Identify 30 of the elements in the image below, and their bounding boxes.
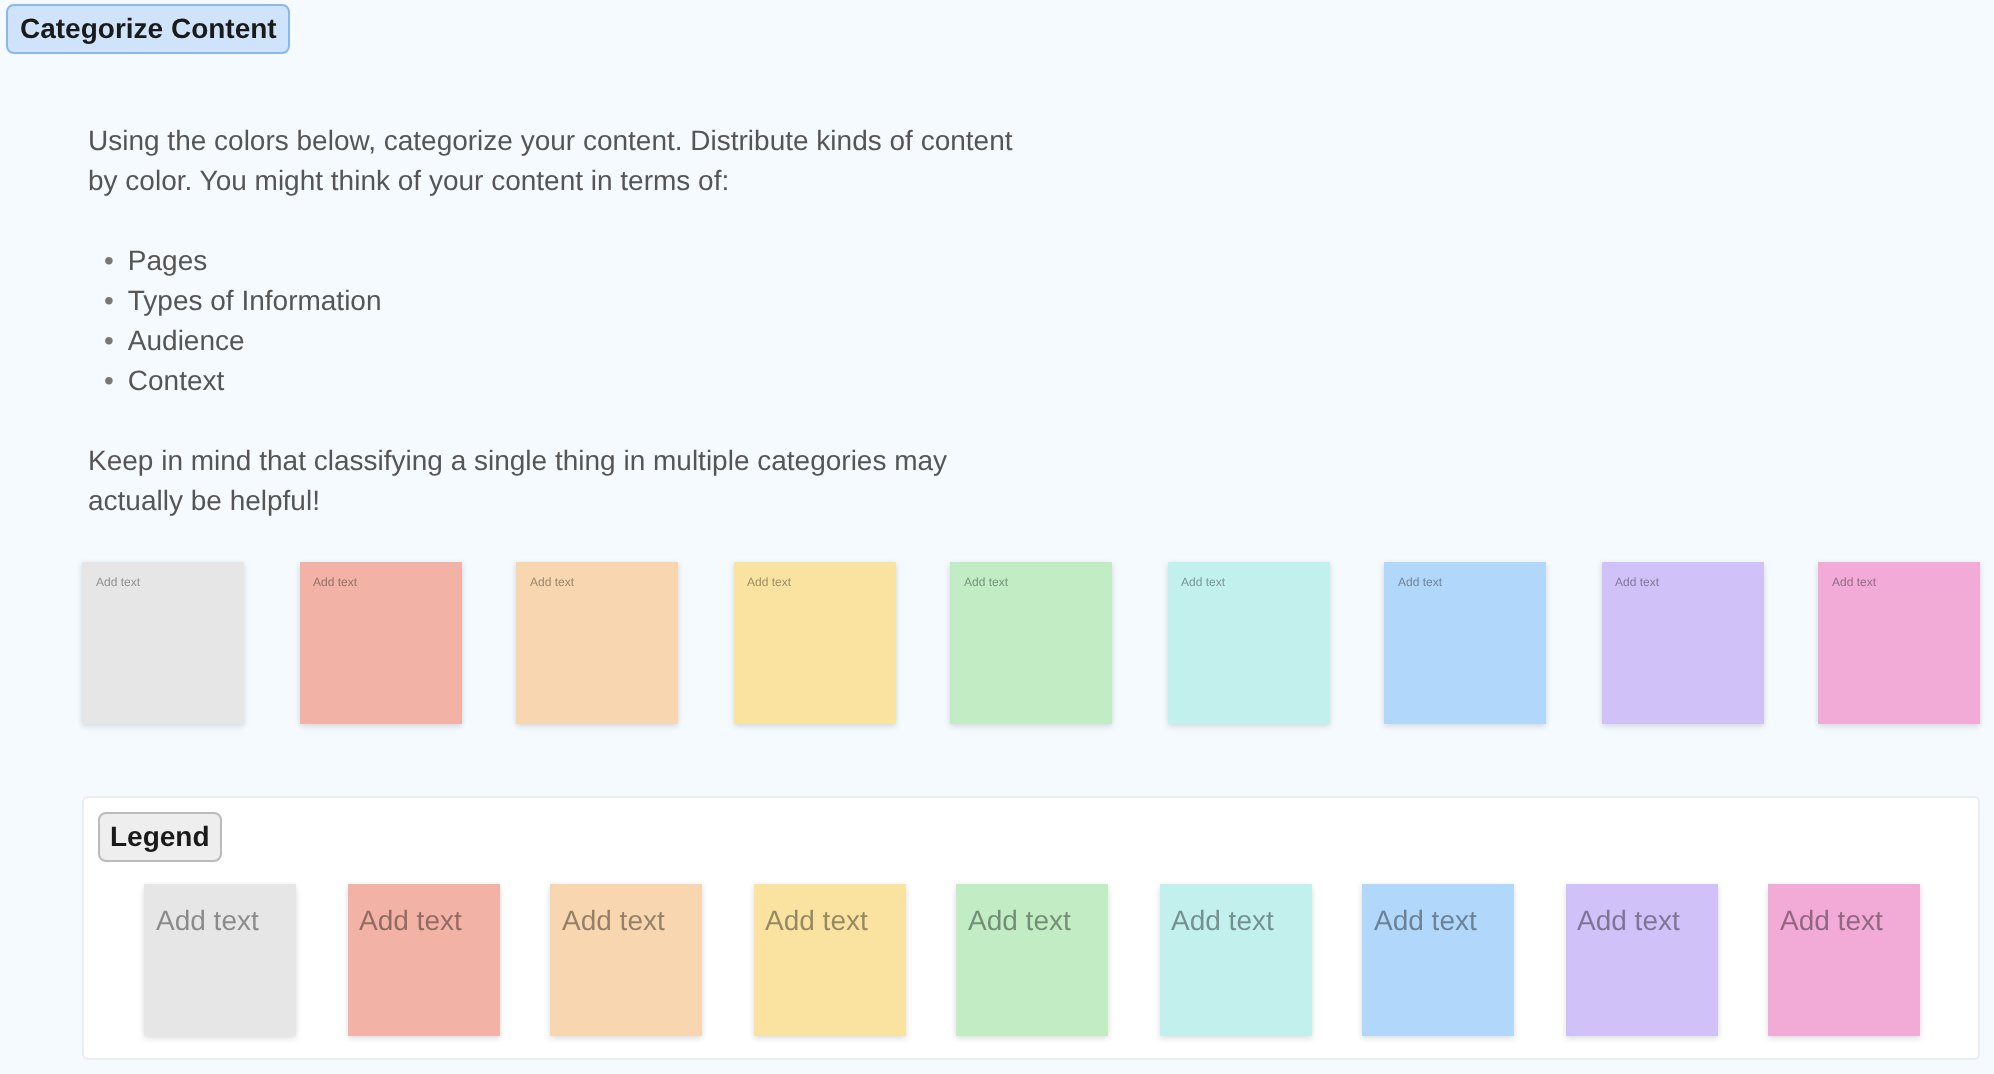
bullet: • (104, 322, 114, 360)
sticky-text: Add text (1374, 904, 1477, 936)
sticky-note[interactable]: Add text (956, 884, 1108, 1036)
bullet: • (104, 282, 114, 320)
sticky-text: Add text (1171, 904, 1274, 936)
list-item: Context (127, 362, 225, 400)
sticky-text: Add text (765, 904, 868, 936)
sticky-note[interactable]: Add text (1768, 884, 1920, 1036)
sticky-text: Add text (1780, 904, 1883, 936)
sticky-text: Add text (562, 904, 665, 936)
list-item: Types of Information (127, 282, 382, 320)
sticky-note[interactable]: Add text (347, 884, 499, 1036)
sticky-note[interactable]: Add text (1565, 884, 1717, 1036)
sticky-note[interactable]: Add text (753, 884, 905, 1036)
sticky-text: Add text (1577, 904, 1680, 936)
bullet: • (104, 362, 114, 400)
legend-label: Legend (98, 812, 222, 862)
bullet: • (104, 242, 114, 280)
sticky-text: Add text (359, 904, 462, 936)
instruction-text: Keep in mind that classifying a single thing in multiple categories may actually be helpful! (88, 442, 950, 520)
frame-title[interactable]: Categorize Content (6, 4, 291, 54)
sticky-text: Add text (156, 904, 259, 936)
list-item: Audience (127, 322, 245, 360)
sticky-note[interactable]: Add text (550, 884, 702, 1036)
instruction-text: Using the colors below, categorize your content. Distribute kinds of content by color. You might think of your content in terms of: (88, 122, 1015, 200)
sticky-note[interactable]: Add text (1159, 884, 1311, 1036)
list-item: Pages (127, 242, 208, 280)
sticky-note[interactable]: Add text (1362, 884, 1514, 1036)
sticky-note[interactable]: Add text (144, 884, 296, 1036)
sticky-text: Add text (968, 904, 1071, 936)
